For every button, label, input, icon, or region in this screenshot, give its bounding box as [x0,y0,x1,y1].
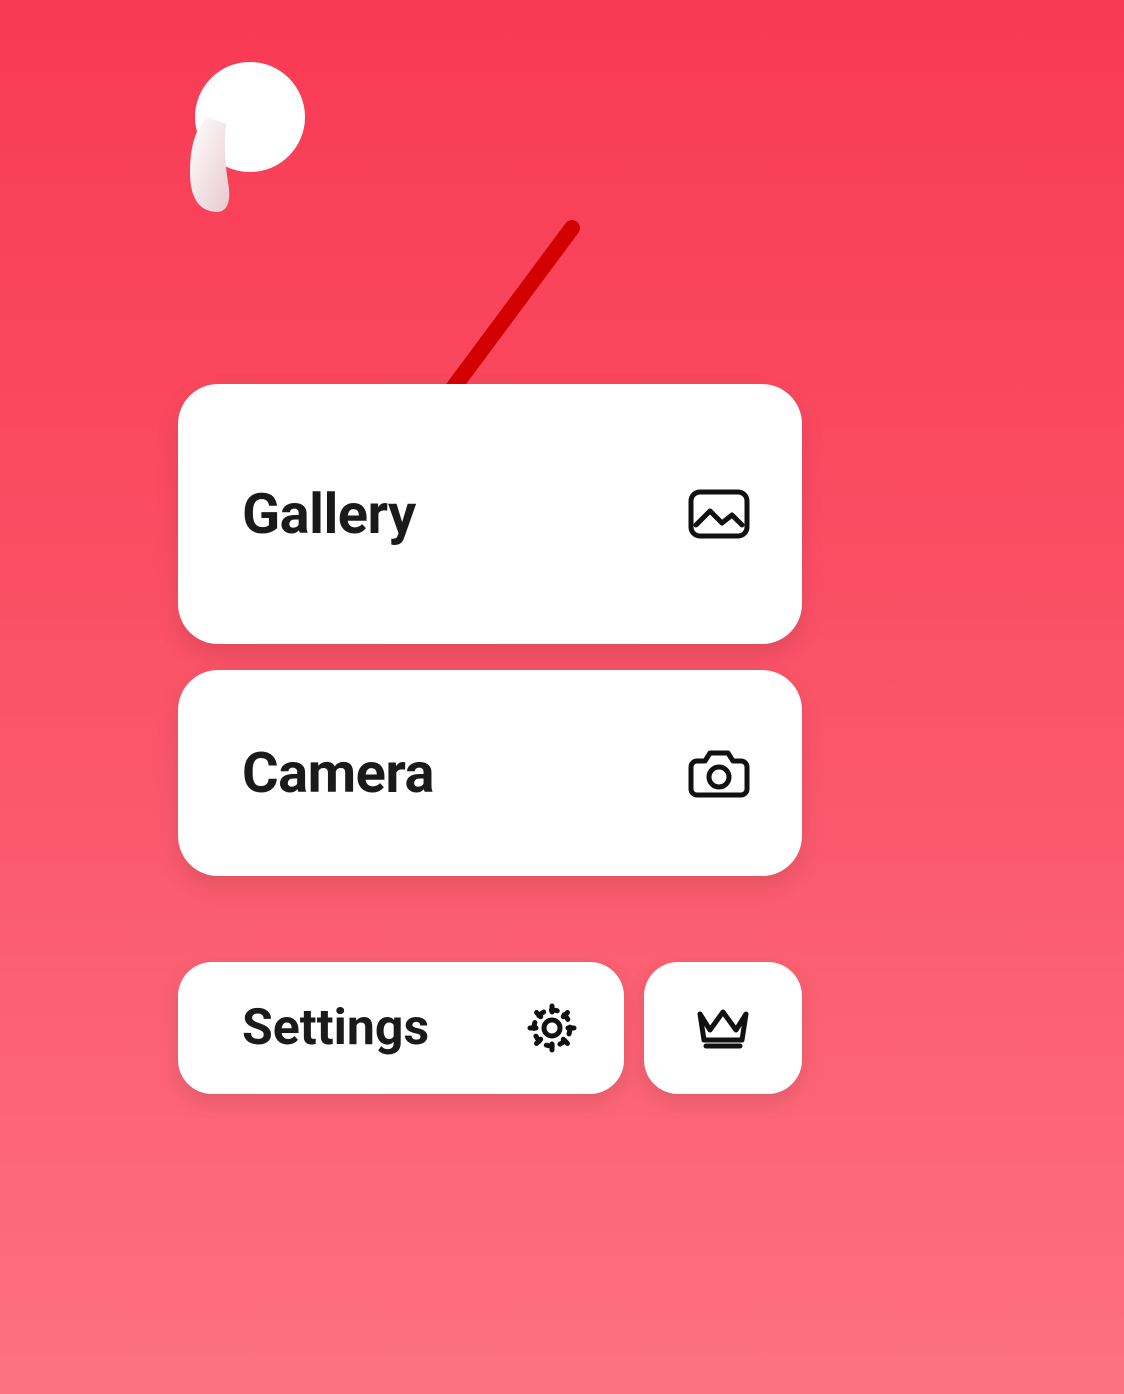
camera-label: Camera [242,740,434,806]
gear-icon [524,1000,580,1056]
camera-icon [688,747,750,799]
app-logo [178,62,308,217]
bottom-row: Settings [178,962,802,1094]
gallery-button[interactable]: Gallery [178,384,802,644]
image-icon [688,489,750,539]
crown-icon [694,1004,752,1052]
gallery-label: Gallery [242,481,416,547]
settings-label: Settings [242,999,429,1057]
camera-button[interactable]: Camera [178,670,802,876]
main-menu: Gallery Camera Settings [178,384,802,1094]
settings-button[interactable]: Settings [178,962,624,1094]
premium-button[interactable] [644,962,802,1094]
